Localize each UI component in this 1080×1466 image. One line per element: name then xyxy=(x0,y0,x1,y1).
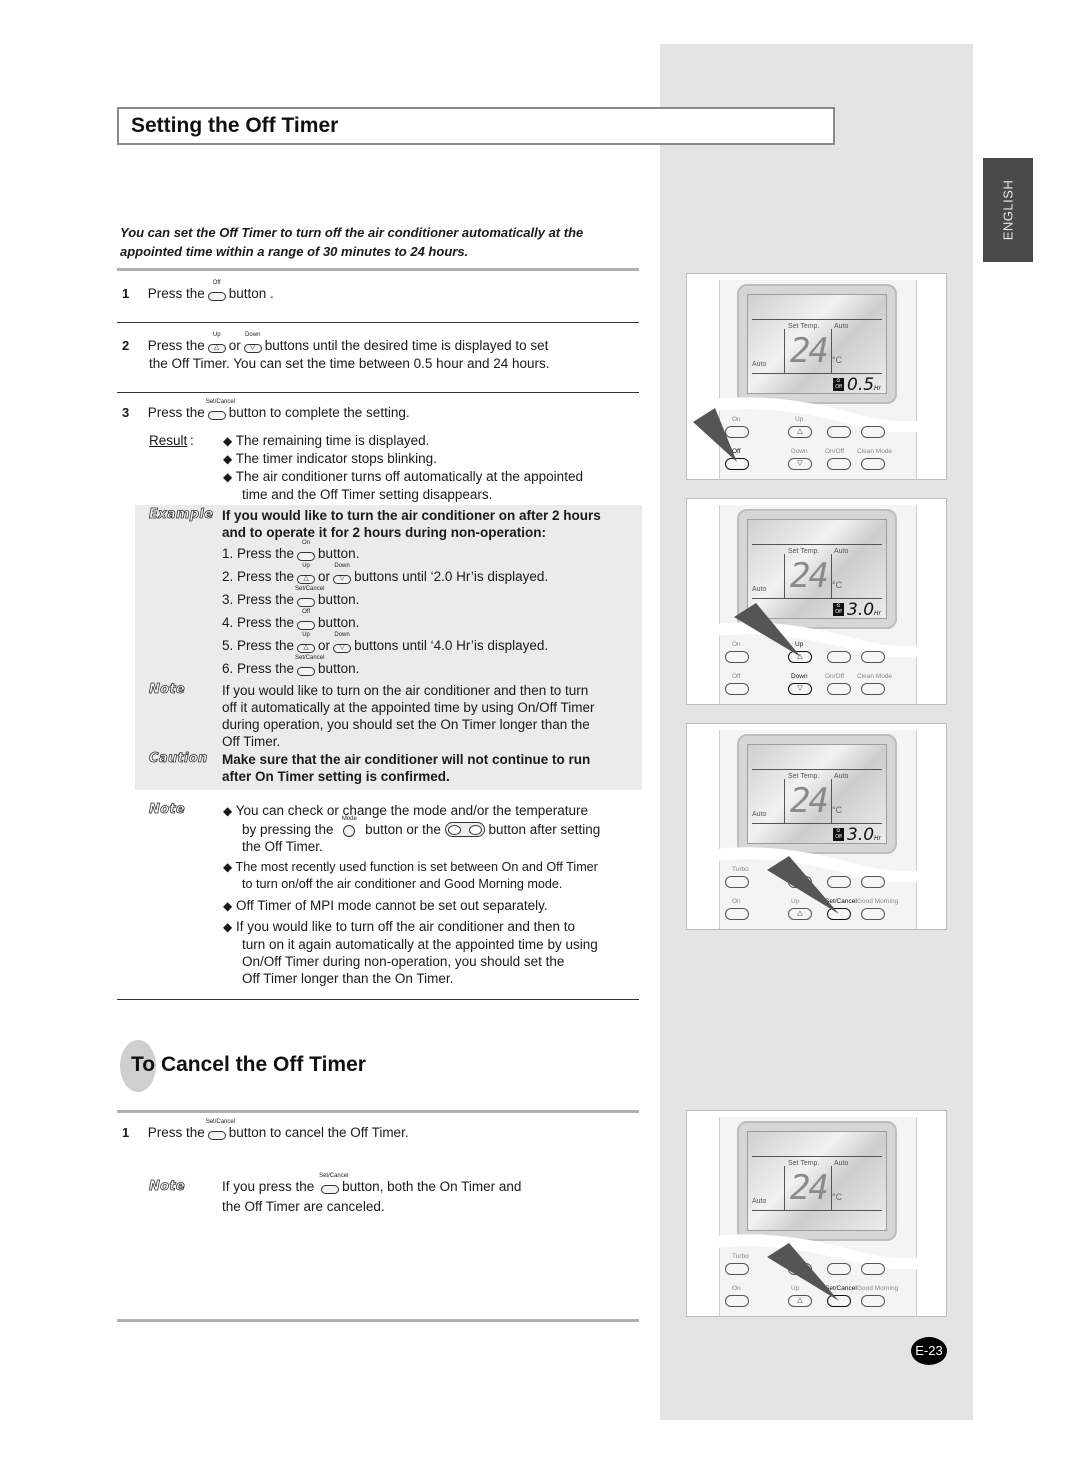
remote-illustration: Set Temp. Auto Auto 24 °C ⏲ Off 3.0Hr Tur… xyxy=(686,723,947,930)
note-item: to turn on/off the air conditioner and G… xyxy=(242,877,563,891)
down-button-icon: Down ▽ xyxy=(243,332,262,353)
example-step: 5. Press the Up △ or Down ▽ buttons until ‘4.0… xyxy=(222,632,549,653)
pointer-arrow-icon xyxy=(767,856,839,914)
example-label: Example xyxy=(149,507,214,523)
note-label: Note xyxy=(149,1179,186,1195)
step-text: buttons until the desired time is displa… xyxy=(264,338,549,353)
note-label: Note xyxy=(149,802,186,818)
divider xyxy=(117,1319,639,1322)
pointer-arrow-icon xyxy=(734,603,801,657)
note-item: ◆ The most recently used function is set… xyxy=(223,860,598,874)
step-3: 3 Press the Set/Cancel button to complete … xyxy=(122,399,410,422)
note-item: by pressing the Mode button or the butto… xyxy=(242,816,601,837)
step-text: Press the xyxy=(147,338,205,353)
up-button-icon: Up △ xyxy=(206,332,228,353)
step-number: 2 xyxy=(122,338,130,353)
section-title-box: Setting the Off Timer xyxy=(117,107,835,145)
note-item: ◆ You can check or change the mode and/o… xyxy=(223,803,588,818)
step-text: or xyxy=(228,338,241,353)
divider xyxy=(117,322,639,323)
cancel-step-1: 1 Press the Set/Cancel button to cancel th… xyxy=(122,1119,409,1140)
step-1: 1 Press the Off button . xyxy=(122,280,274,303)
temperature-button-icon xyxy=(444,822,485,837)
result-item: ◆ The air conditioner turns off automati… xyxy=(223,469,583,484)
remote-illustration: Set Temp. Auto Auto 24 °C ⏲ Off 0.5Hr On … xyxy=(686,273,947,480)
page-number: E-23 xyxy=(911,1337,947,1365)
set-cancel-button-icon: Set/Cancel xyxy=(206,1119,235,1140)
example-step: 4. Press the Off button. xyxy=(222,609,360,630)
note-item: ◆ If you would like to turn off the air … xyxy=(223,919,575,934)
set-cancel-button-icon: Set/Cancel xyxy=(319,1173,348,1194)
caution-label: Caution xyxy=(149,751,208,767)
step-text: button to complete the setting. xyxy=(228,405,410,420)
divider xyxy=(117,392,639,393)
example-step: 2. Press the Up △ or Down ▽ buttons until ‘2.0… xyxy=(222,563,549,584)
note-text: If you would like to turn on the air con… xyxy=(222,683,595,749)
divider xyxy=(117,999,639,1000)
example-step: 6. Press the Set/Cancel button. xyxy=(222,655,360,676)
set-cancel-button-icon: Set/Cancel xyxy=(206,399,235,420)
note-item: the Off Timer. xyxy=(242,839,323,854)
example-step: 1. Press the On button. xyxy=(222,540,360,561)
result-item: ◆ The timer indicator stops blinking. xyxy=(223,451,437,466)
step-text: Press the xyxy=(147,405,205,420)
pointer-arrow-icon xyxy=(767,1243,839,1301)
divider xyxy=(117,268,639,271)
cancel-note-text: If you press the Set/Cancel button, both … xyxy=(222,1173,522,1214)
note-label: Note xyxy=(149,682,186,698)
note-item: ◆ Off Timer of MPI mode cannot be set ou… xyxy=(223,898,548,913)
off-button-icon: Off xyxy=(206,280,228,301)
result-list: ◆ The remaining time is displayed. ◆ The… xyxy=(223,432,643,503)
step-number: 3 xyxy=(122,405,130,420)
caution-text: Make sure that the air conditioner will … xyxy=(222,752,591,784)
remote-illustration: Set Temp. Auto Auto 24 °C Turbo △ On Up … xyxy=(686,1110,947,1317)
result-item: ◆ The remaining time is displayed. xyxy=(223,433,430,448)
note-list: ◆ You can check or change the mode and/o… xyxy=(223,802,643,987)
language-tab[interactable]: ENGLISH xyxy=(983,158,1033,262)
language-tab-label: ENGLISH xyxy=(1000,179,1016,241)
remote-illustration: Set Temp. Auto Auto 24 °C ⏲ Off 3.0Hr On … xyxy=(686,498,947,705)
note-item: On/Off Timer during non-operation, you s… xyxy=(242,954,565,969)
example-step: 3. Press the Set/Cancel button. xyxy=(222,586,360,607)
step-2: 2 Press the Up △ or Down ▽ buttons until the d… xyxy=(122,332,642,372)
result-label: Result xyxy=(149,433,188,448)
step-text: Press the xyxy=(147,286,205,301)
pointer-arrow-icon xyxy=(693,408,737,462)
example-steps: 1. Press the On button. 2. Press the Up △ or D… xyxy=(222,540,549,683)
divider xyxy=(117,1110,639,1113)
page-title: Setting the Off Timer xyxy=(131,114,339,137)
intro-text: You can set the Off Timer to turn off th… xyxy=(120,225,584,259)
note-item: turn on it again automatically at the ap… xyxy=(242,937,598,952)
step-text: button . xyxy=(228,286,274,301)
mode-button-icon: Mode xyxy=(338,816,360,837)
result-item: time and the Off Timer setting disappear… xyxy=(242,487,493,502)
cancel-section-title: To Cancel the Off Timer xyxy=(131,1053,366,1076)
step-number: 1 xyxy=(122,286,130,301)
step-text: the Off Timer. You can set the time betw… xyxy=(149,356,550,371)
note-item: Off Timer longer than the On Timer. xyxy=(242,971,454,986)
example-heading: If you would like to turn the air condit… xyxy=(222,508,601,540)
